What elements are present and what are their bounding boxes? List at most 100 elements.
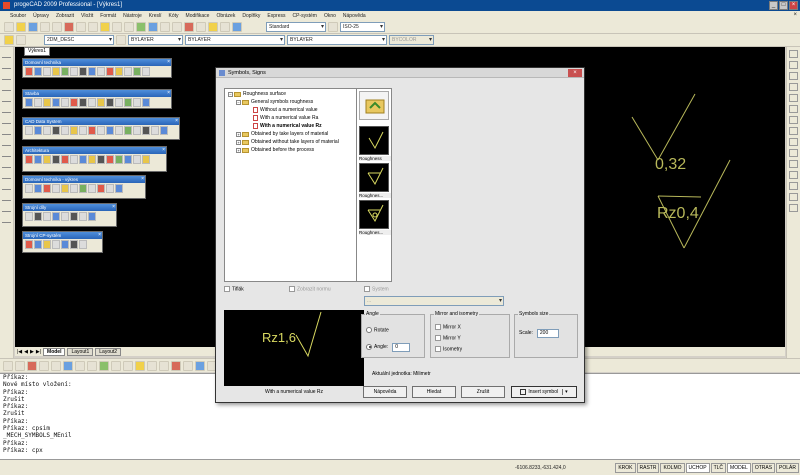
tree-item-without-value[interactable]: Without a numerical value <box>253 107 318 113</box>
palette-tool-icon[interactable] <box>79 184 87 193</box>
collapse-icon[interactable]: − <box>228 91 233 97</box>
tab-nav-first-icon[interactable]: |◀ <box>17 349 22 355</box>
palette-tool-icon[interactable] <box>43 240 51 249</box>
palette-tool-icon[interactable] <box>52 98 60 107</box>
zoom-window-icon[interactable] <box>160 22 170 32</box>
palette-tool-icon[interactable] <box>70 98 78 107</box>
palette-tool-icon[interactable] <box>115 98 123 107</box>
palette-tool-icon[interactable] <box>97 67 105 76</box>
palette-tool-icon[interactable] <box>142 155 150 164</box>
insert-icon[interactable] <box>2 215 11 223</box>
palette-close-icon[interactable]: × <box>175 118 178 125</box>
palette-tool-icon[interactable] <box>52 184 60 193</box>
open-icon[interactable] <box>16 22 26 32</box>
palette-tool-icon[interactable] <box>160 126 168 135</box>
tab-nav-prev-icon[interactable]: ◀ <box>24 349 28 355</box>
scale-icon[interactable] <box>789 127 798 135</box>
dialog-close-button[interactable]: × <box>568 69 582 77</box>
fillet-icon[interactable] <box>789 193 798 201</box>
paste-icon[interactable] <box>88 22 98 32</box>
line-icon[interactable] <box>2 50 11 58</box>
palette-tool-icon[interactable] <box>25 240 33 249</box>
osnap-center-icon[interactable] <box>27 360 37 371</box>
palette-tool-icon[interactable] <box>25 212 33 221</box>
palette-close-icon[interactable]: × <box>167 90 170 97</box>
palette-tool-icon[interactable] <box>43 184 51 193</box>
document-tab[interactable]: Výkres1 <box>24 47 51 56</box>
palette-tool-icon[interactable] <box>124 126 132 135</box>
palette-tool-icon[interactable] <box>97 184 105 193</box>
cut-icon[interactable] <box>64 22 74 32</box>
tree-node-take-layers[interactable]: + Obtained by take layers of material <box>236 131 328 137</box>
osnap-nearest-icon[interactable] <box>111 360 121 371</box>
undo-icon[interactable] <box>112 22 122 32</box>
zoom-icon[interactable] <box>148 22 158 32</box>
tab-layout2[interactable]: Layout2 <box>95 347 122 356</box>
palette-tool-icon[interactable] <box>25 155 33 164</box>
help-icon[interactable] <box>232 22 242 32</box>
palette-tool-icon[interactable] <box>25 126 33 135</box>
palette-tool-icon[interactable] <box>79 240 87 249</box>
plot-style-combo[interactable]: BYCOLOR <box>389 35 434 45</box>
help-button[interactable]: Nápověda <box>363 386 407 398</box>
isometry-checkbox[interactable] <box>435 346 441 352</box>
palette-tool-icon[interactable] <box>70 240 78 249</box>
osnap-quadrant-icon[interactable] <box>51 360 61 371</box>
expand-icon[interactable]: + <box>236 139 241 145</box>
design-center-icon[interactable] <box>196 22 206 32</box>
tab-nav-last-icon[interactable]: ▶| <box>36 349 41 355</box>
make-current-icon[interactable] <box>116 35 126 45</box>
scale-input[interactable]: 200 <box>536 329 559 338</box>
dimstyle-icon[interactable] <box>328 22 338 32</box>
osnap-midpoint-icon[interactable] <box>15 360 25 371</box>
palette-tool-icon[interactable] <box>61 155 69 164</box>
palette-tool-icon[interactable] <box>34 212 42 221</box>
system-select[interactable]: ... <box>364 296 504 306</box>
palette-tool-icon[interactable] <box>133 98 141 107</box>
tree-node-general[interactable]: − General symbols roughness <box>236 99 313 105</box>
palette-tool-icon[interactable] <box>97 126 105 135</box>
menu-napoveda[interactable]: Nápověda <box>343 13 366 19</box>
palette-tool-icon[interactable] <box>70 212 78 221</box>
rectangle-icon[interactable] <box>2 127 11 135</box>
redo-icon[interactable] <box>124 22 134 32</box>
osnap-none-icon[interactable] <box>147 360 157 371</box>
palette-tool-icon[interactable] <box>43 67 51 76</box>
tree-node-without-layers[interactable]: + Obtained without take layers of materia… <box>236 139 339 145</box>
palette-tool-icon[interactable] <box>70 126 78 135</box>
tiflak-checkbox[interactable] <box>224 286 230 292</box>
palette-tool-icon[interactable] <box>88 67 96 76</box>
arc-icon[interactable] <box>2 83 11 91</box>
polygon-icon[interactable] <box>2 138 11 146</box>
point-icon[interactable] <box>2 149 11 157</box>
symbol-tree[interactable]: − Roughness surface − General symbols roug… <box>224 88 358 282</box>
erase-icon[interactable] <box>789 50 798 58</box>
menu-koty[interactable]: Kóty <box>169 13 179 19</box>
extend-icon[interactable] <box>789 160 798 168</box>
palette-tool-icon[interactable] <box>34 67 42 76</box>
zobrazit-checkbox[interactable] <box>289 286 295 292</box>
palette-tool-icon[interactable] <box>88 155 96 164</box>
palette-tool-icon[interactable] <box>115 184 123 193</box>
menu-modifikace[interactable]: Modifikace <box>186 13 210 19</box>
thumb-roughness-2[interactable] <box>359 163 389 192</box>
palette-tool-icon[interactable] <box>61 240 69 249</box>
color-combo[interactable]: BYLAYER <box>128 35 183 45</box>
status-uchop-button[interactable]: UCHOP <box>685 462 710 473</box>
osnap-tangent-icon[interactable] <box>99 360 109 371</box>
array-icon[interactable] <box>789 94 798 102</box>
palette-tool-icon[interactable] <box>88 212 96 221</box>
thumbnail-list[interactable]: Roughness Roughnes... Roughnes... <box>356 88 392 282</box>
trim-icon[interactable] <box>789 149 798 157</box>
menu-format[interactable]: Formát <box>100 13 116 19</box>
palette-tool-icon[interactable] <box>106 67 114 76</box>
palette-tool-icon[interactable] <box>52 240 60 249</box>
angle-input[interactable]: 0 <box>392 343 411 352</box>
palette-tool-icon[interactable] <box>34 98 42 107</box>
palette-close-icon[interactable]: × <box>112 204 115 211</box>
new-icon[interactable] <box>4 22 14 32</box>
mirror-icon[interactable] <box>789 72 798 80</box>
tree-node-before-process[interactable]: + Obtained before the process <box>236 147 314 153</box>
minimize-button[interactable]: _ <box>769 1 778 10</box>
menu-express[interactable]: Express <box>267 13 285 19</box>
